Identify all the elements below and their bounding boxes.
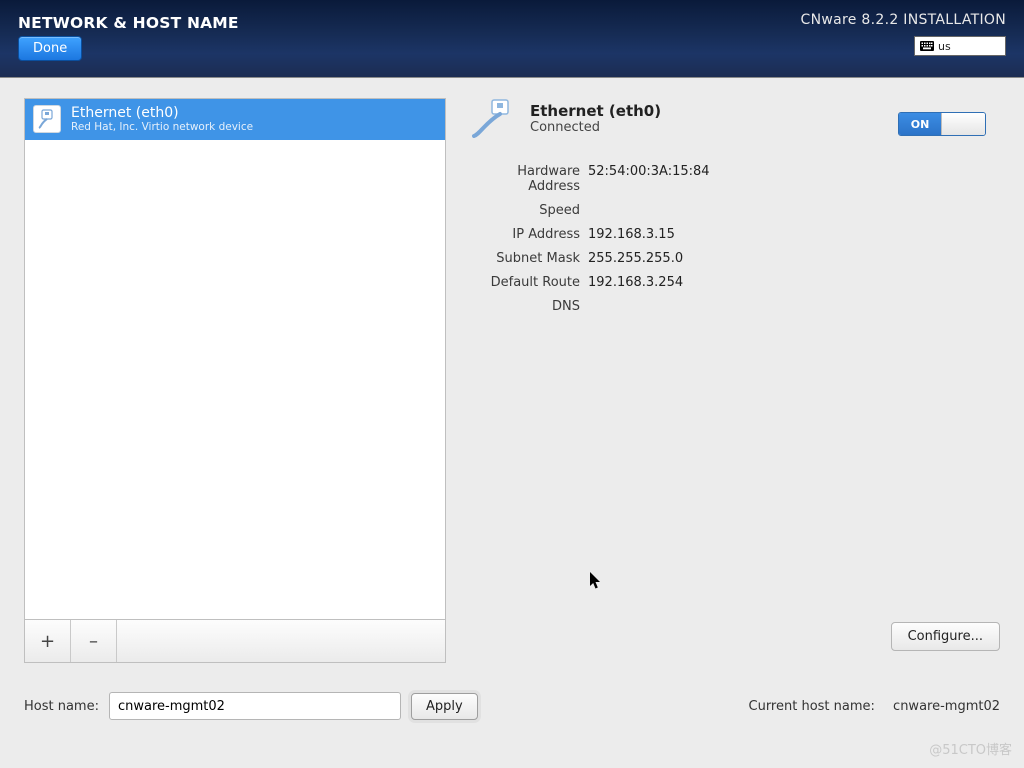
- hostname-row: Host name: Apply Current host name: cnwa…: [24, 692, 1000, 720]
- route-value: 192.168.3.254: [588, 275, 1006, 290]
- mask-value: 255.255.255.0: [588, 251, 1006, 266]
- speed-value: [588, 203, 1006, 218]
- hostname-label: Host name:: [24, 699, 99, 714]
- remove-interface-button[interactable]: –: [71, 620, 117, 662]
- keyboard-layout-label: us: [938, 40, 951, 53]
- current-hostname-label: Current host name:: [749, 699, 875, 714]
- add-interface-button[interactable]: +: [25, 620, 71, 662]
- toggle-on-label: ON: [899, 113, 941, 135]
- watermark: @51CTO博客: [929, 739, 1012, 758]
- ip-label: IP Address: [470, 227, 580, 242]
- current-hostname-value: cnware-mgmt02: [893, 699, 1000, 714]
- keyboard-icon: [920, 41, 934, 51]
- apply-button[interactable]: Apply: [411, 693, 478, 720]
- speed-label: Speed: [470, 203, 580, 218]
- ip-value: 192.168.3.15: [588, 227, 1006, 242]
- details-status: Connected: [530, 120, 661, 135]
- mouse-cursor-icon: [590, 572, 602, 590]
- hostname-input[interactable]: [109, 692, 401, 720]
- interface-details: Ethernet (eth0) Connected ON Hardware Ad…: [470, 98, 1006, 314]
- main-area: Ethernet (eth0) Red Hat, Inc. Virtio net…: [0, 78, 1024, 768]
- interface-item-eth0[interactable]: Ethernet (eth0) Red Hat, Inc. Virtio net…: [25, 99, 445, 140]
- top-bar-right: CNware 8.2.2 INSTALLATION us: [801, 12, 1006, 56]
- route-label: Default Route: [470, 275, 580, 290]
- dns-value: [588, 299, 1006, 314]
- page-title: NETWORK & HOST NAME: [18, 14, 239, 32]
- interface-buttons-spacer: [117, 620, 445, 662]
- interface-panel: Ethernet (eth0) Red Hat, Inc. Virtio net…: [24, 98, 446, 663]
- hwaddr-label: Hardware Address: [470, 164, 580, 194]
- interface-item-subtitle: Red Hat, Inc. Virtio network device: [71, 121, 253, 133]
- interface-list[interactable]: Ethernet (eth0) Red Hat, Inc. Virtio net…: [24, 98, 446, 620]
- current-hostname: Current host name: cnware-mgmt02: [749, 699, 1001, 714]
- dns-label: DNS: [470, 299, 580, 314]
- nic-large-icon: [470, 98, 518, 138]
- top-bar: NETWORK & HOST NAME Done CNware 8.2.2 IN…: [0, 0, 1024, 78]
- interface-item-text: Ethernet (eth0) Red Hat, Inc. Virtio net…: [71, 105, 253, 133]
- interface-item-name: Ethernet (eth0): [71, 105, 253, 121]
- hwaddr-value: 52:54:00:3A:15:84: [588, 164, 1006, 194]
- installer-title: CNware 8.2.2 INSTALLATION: [801, 12, 1006, 28]
- keyboard-layout-indicator[interactable]: us: [914, 36, 1006, 56]
- mask-label: Subnet Mask: [470, 251, 580, 266]
- configure-button[interactable]: Configure...: [891, 622, 1000, 651]
- interface-toggle[interactable]: ON: [898, 112, 986, 136]
- toggle-knob: [941, 113, 985, 135]
- details-title: Ethernet (eth0): [530, 102, 661, 120]
- details-keyvalues: Hardware Address 52:54:00:3A:15:84 Speed…: [470, 164, 1006, 314]
- done-button[interactable]: Done: [18, 36, 82, 61]
- interface-buttons: + –: [24, 620, 446, 663]
- nic-icon: [33, 105, 61, 133]
